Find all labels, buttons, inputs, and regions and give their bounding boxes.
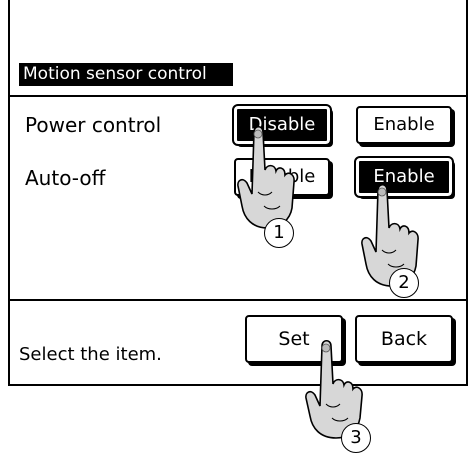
page-title: Motion sensor control: [19, 63, 233, 86]
step-3-badge: 3: [341, 423, 371, 453]
back-button[interactable]: Back: [355, 315, 453, 363]
step-2-badge: 2: [389, 268, 419, 298]
power-control-label: Power control: [25, 113, 162, 137]
power-control-enable-button[interactable]: Enable: [356, 106, 452, 144]
auto-off-label: Auto-off: [25, 166, 106, 190]
status-message: Select the item.: [19, 344, 162, 365]
footer-divider: [8, 299, 468, 301]
header-divider: [8, 95, 468, 97]
step-1-badge: 1: [264, 218, 294, 248]
